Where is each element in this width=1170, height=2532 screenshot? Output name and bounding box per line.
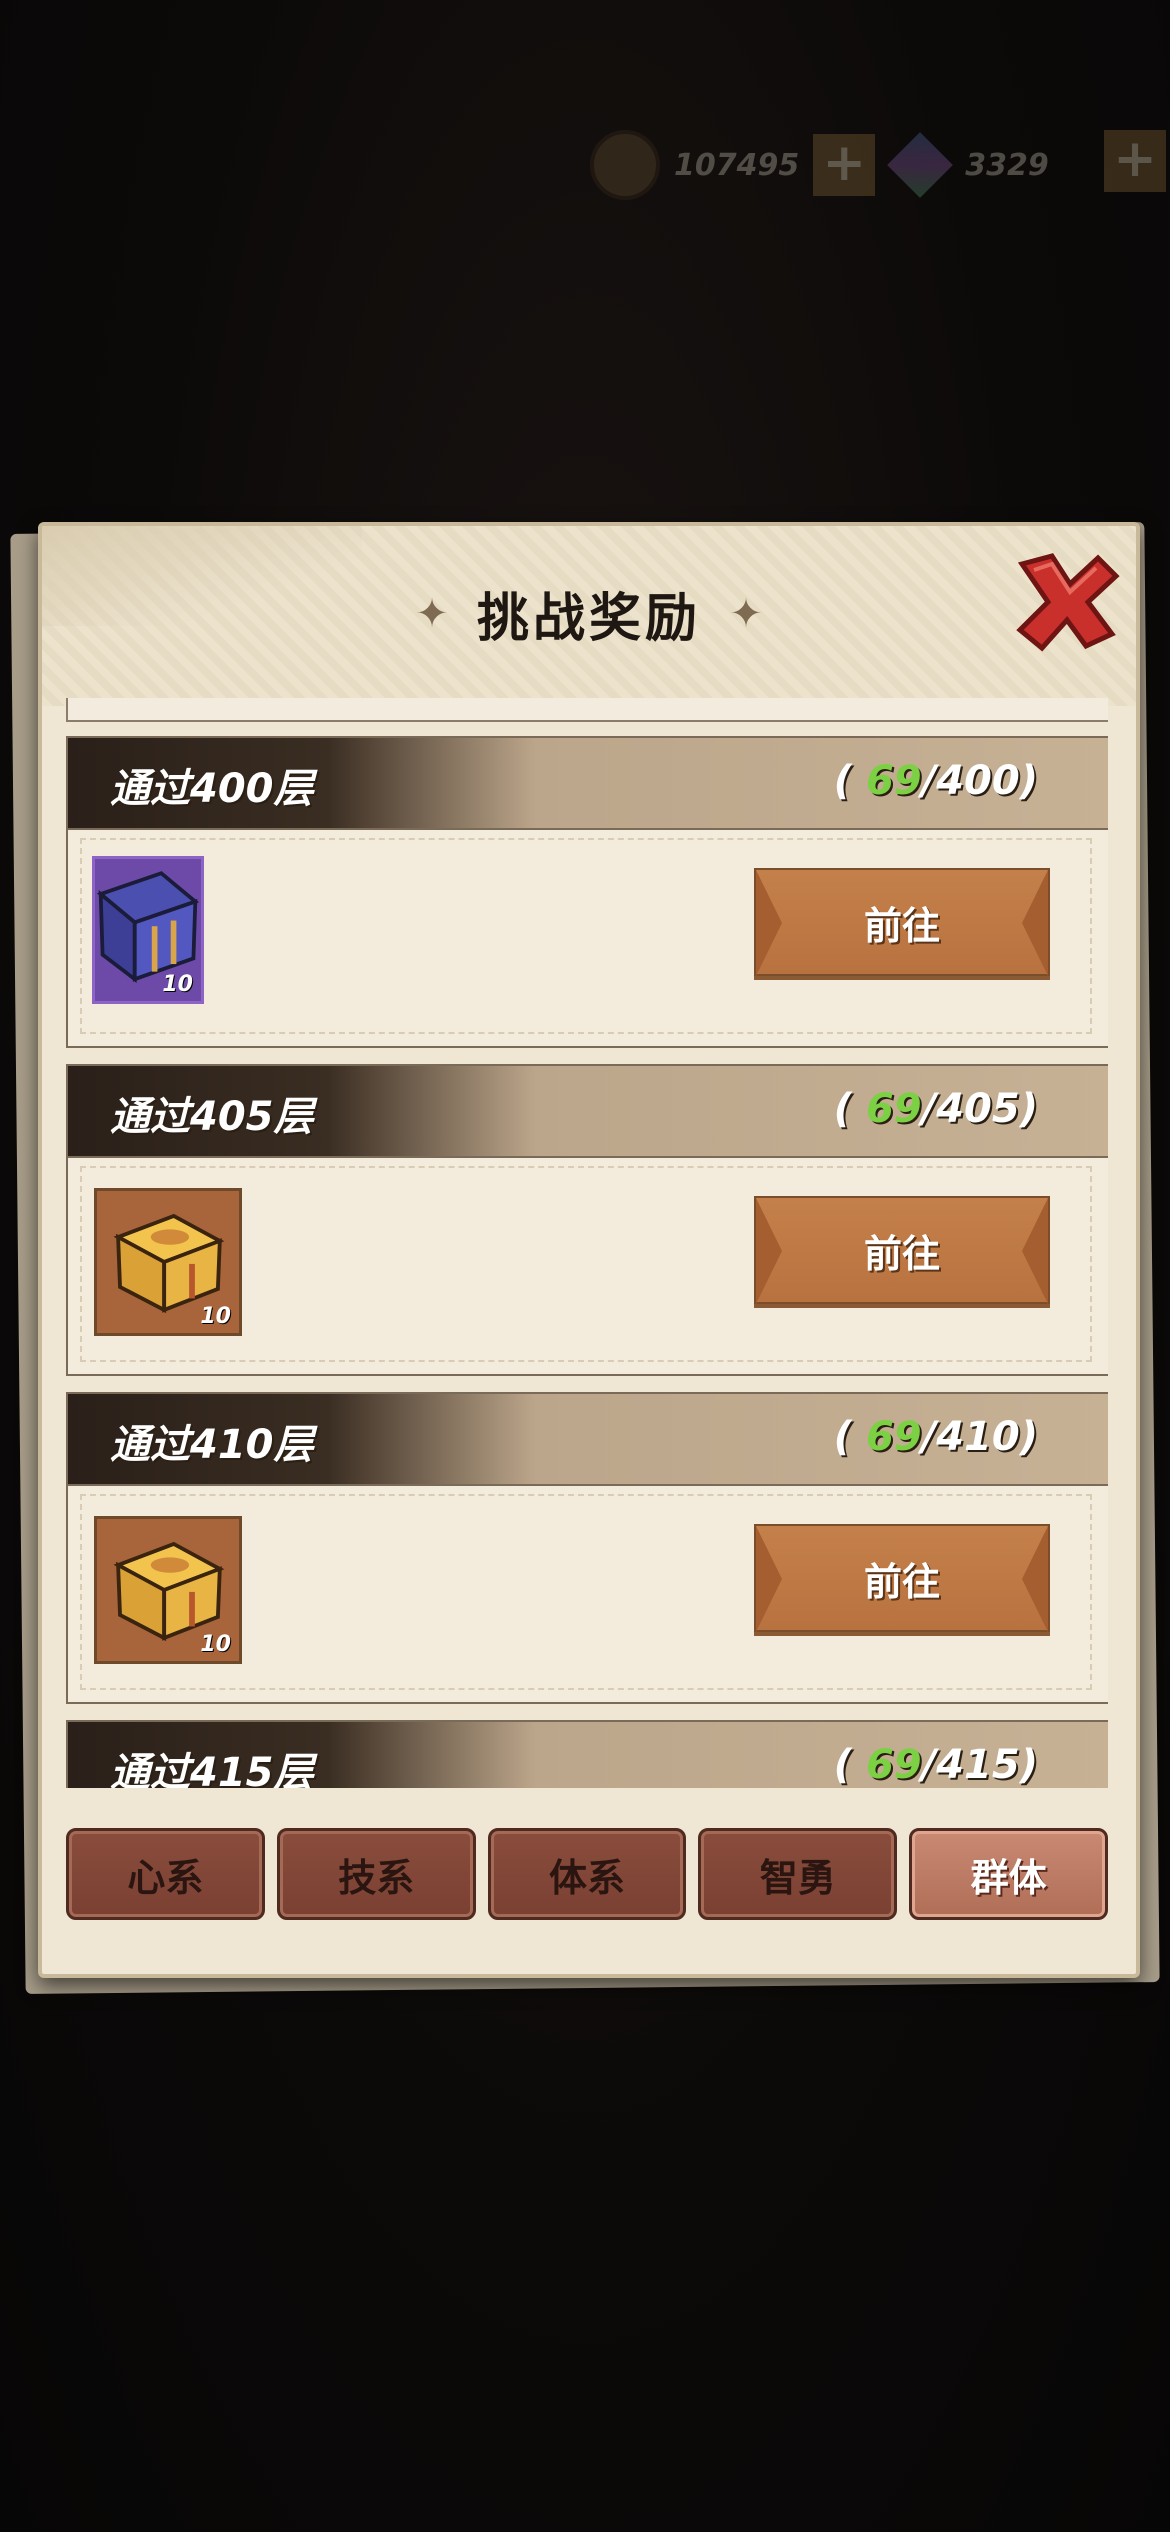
reward-condition: 通过410层 [110, 1422, 314, 1468]
item-count: 10 [200, 1304, 231, 1329]
close-icon [1016, 553, 1120, 652]
tab-label: 心系 [127, 1855, 204, 1900]
reward-list[interactable]: 通过400层 ( 69/400) 10 前往 通过405层 (69/405) … [66, 698, 1108, 1788]
item-count: 10 [200, 1632, 231, 1657]
gem-icon [887, 132, 954, 198]
reward-card: 通过400层 ( 69/400) 10 前往 [66, 736, 1108, 1048]
previous-card-edge [66, 698, 1108, 722]
title-wrap: ✦ 挑战奖励 ✦ [42, 576, 1136, 651]
reward-progress: ( 69/405) [833, 1086, 1038, 1132]
card-header: 通过400层 ( 69/400) [68, 738, 1108, 830]
reward-item[interactable]: 10 [92, 856, 204, 1004]
reward-condition: 通过415层 [110, 1750, 314, 1788]
card-header: 通过405层 ( 69/405) [68, 1066, 1108, 1158]
tab-qunti[interactable]: 群体 [909, 1828, 1108, 1920]
tab-tixi[interactable]: 体系 [487, 1828, 687, 1920]
goto-label: 前往 [863, 903, 940, 948]
reward-item[interactable]: 10 [94, 1516, 242, 1664]
reward-card: 通过415层 ( 69/415) [66, 1720, 1108, 1788]
reward-item[interactable]: 10 [94, 1188, 242, 1336]
reward-card: 通过410层 ( 69/410) 10 前往 [66, 1392, 1108, 1704]
close-button[interactable] [1012, 546, 1122, 656]
goto-button[interactable]: 前往 [754, 1524, 1050, 1632]
card-header: 通过415层 ( 69/415) [68, 1722, 1108, 1788]
tab-jixi[interactable]: 技系 [276, 1828, 476, 1920]
modal-header: ✦ 挑战奖励 ✦ [42, 526, 1136, 706]
gem-count: 3329 [965, 147, 1049, 183]
tab-label: 技系 [338, 1855, 415, 1900]
add-coins-button[interactable]: + [813, 134, 876, 196]
goto-button[interactable]: 前往 [754, 868, 1050, 976]
challenge-reward-modal: ✦ 挑战奖励 ✦ 通过400层 ( 69/400) 10 前往 通过405层 (… [38, 522, 1140, 1978]
category-tabs: 心系 技系 体系 智勇 群体 [66, 1828, 1108, 1924]
coin-icon [590, 130, 660, 200]
card-header: 通过410层 ( 69/410) [68, 1394, 1108, 1486]
tab-zhiyong[interactable]: 智勇 [698, 1828, 898, 1920]
tab-xinxi[interactable]: 心系 [66, 1828, 265, 1920]
reward-progress: ( 69/400) [833, 758, 1038, 804]
reward-progress: ( 69/415) [833, 1742, 1038, 1788]
reward-card: 通过405层 ( 69/405) 10 前往 [66, 1064, 1108, 1376]
coin-count: 107495 [674, 147, 800, 183]
goto-label: 前往 [863, 1559, 940, 1604]
tab-label: 群体 [970, 1855, 1047, 1900]
tab-label: 智勇 [759, 1855, 836, 1900]
modal-title: 挑战奖励 [476, 589, 701, 649]
add-gems-button[interactable]: + [1104, 130, 1166, 192]
currency-bar: 107495 + 3329 [590, 130, 1049, 200]
item-count: 10 [162, 972, 193, 997]
shuriken-icon: ✦ [415, 590, 449, 637]
goto-label: 前往 [863, 1231, 940, 1276]
goto-button[interactable]: 前往 [754, 1196, 1050, 1304]
reward-condition: 通过400层 [110, 766, 314, 812]
shuriken-icon: ✦ [729, 590, 763, 637]
reward-progress: ( 69/410) [833, 1414, 1038, 1460]
tab-label: 体系 [548, 1855, 625, 1900]
reward-condition: 通过405层 [110, 1094, 314, 1140]
